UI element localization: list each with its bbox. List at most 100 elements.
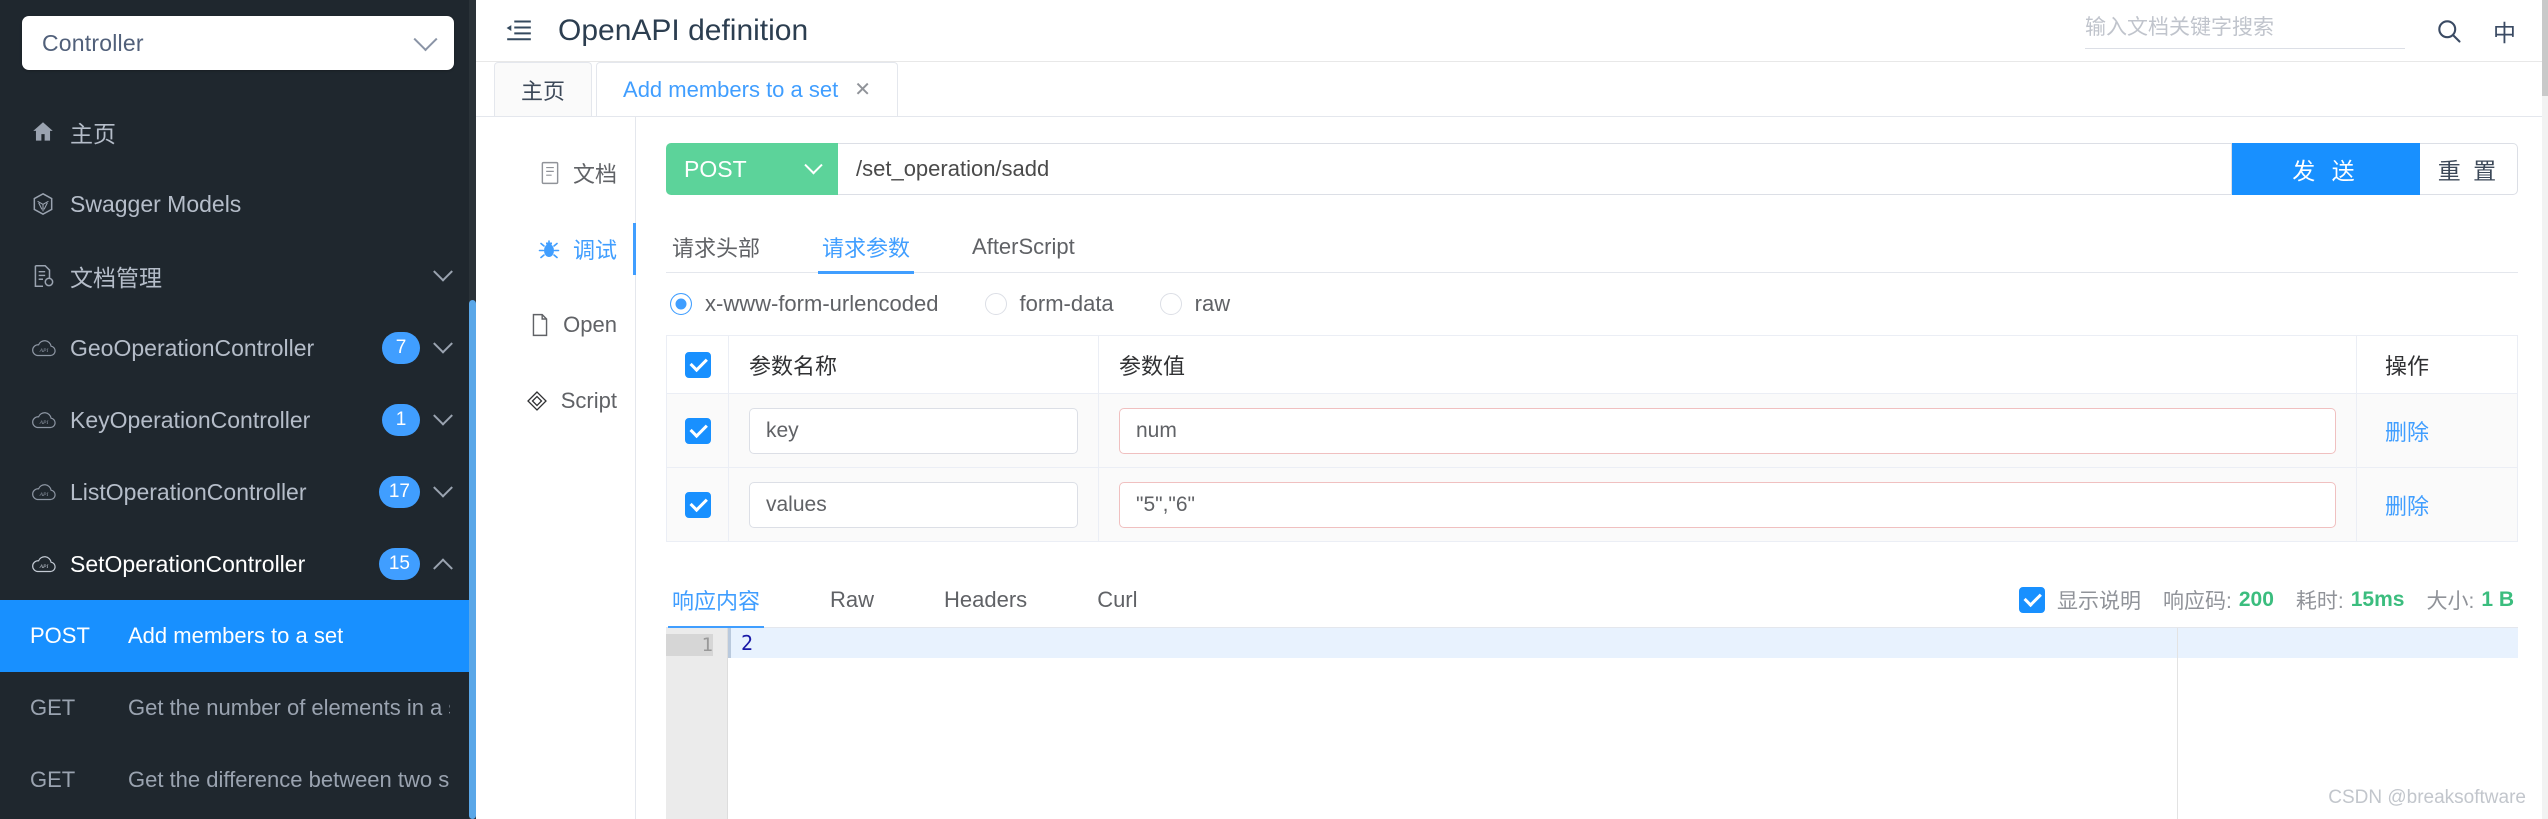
row-param-name-cell — [729, 468, 1099, 541]
radio-form-data[interactable]: form-data — [984, 291, 1114, 317]
reset-button[interactable]: 重 置 — [2420, 143, 2518, 195]
sidebar-operation-get-number-of-elements[interactable]: GET Get the number of elements in a se — [0, 672, 476, 744]
sidebar-operation-add-members-to-a-set[interactable]: POST Add members to a set — [0, 600, 476, 672]
http-method-value: POST — [684, 155, 747, 182]
sidebar-item-label: Swagger Models — [70, 190, 242, 217]
sidebar-item-keyoperationcontroller[interactable]: API KeyOperationController 1 — [0, 384, 476, 456]
inner-nav-label: 调试 — [572, 238, 617, 263]
inner-nav-label: 文档 — [572, 162, 617, 187]
tab-add-members-to-a-set[interactable]: Add members to a set ✕ — [596, 62, 898, 116]
tab-response-body[interactable]: 响应内容 — [667, 572, 765, 629]
delete-row-button[interactable]: 删除 — [2385, 415, 2429, 447]
close-icon[interactable]: ✕ — [854, 80, 871, 100]
tab-response-headers[interactable]: Headers — [944, 572, 1027, 628]
body-type-radios: x-www-form-urlencoded form-data raw — [666, 273, 2518, 335]
url-input[interactable] — [838, 143, 2232, 195]
controller-selector[interactable]: Controller — [22, 16, 454, 70]
operation-method: GET — [30, 767, 76, 792]
watermark: CSDN @breaksoftware — [2328, 787, 2526, 808]
tab-request-headers[interactable]: 请求头部 — [672, 221, 760, 273]
row-select-cell[interactable] — [667, 394, 729, 467]
sidebar-item-doc-management[interactable]: 文档管理 — [0, 240, 476, 312]
table-row: 删除 — [667, 394, 2517, 468]
radio-raw[interactable]: raw — [1159, 291, 1230, 317]
sidebar-item-badge: 15 — [378, 548, 420, 580]
param-value-input[interactable] — [1119, 407, 2336, 454]
row-action-cell: 删除 — [2357, 468, 2517, 541]
tab-home[interactable]: 主页 — [494, 62, 593, 116]
sidebar-nav: 主页 Swagger Models 文档管理 API GeoOperationC… — [0, 96, 476, 816]
main-scrollbar[interactable] — [2542, 0, 2548, 819]
sidebar-item-badge: 1 — [382, 404, 420, 436]
topbar-right: 中 — [2085, 12, 2548, 49]
elapsed-time-value: 15ms — [2350, 587, 2405, 611]
sidebar-item-geooperationcontroller[interactable]: API GeoOperationController 7 — [0, 312, 476, 384]
inner-nav-item-open[interactable]: Open — [476, 287, 635, 363]
sidebar-item-home[interactable]: 主页 — [0, 96, 476, 168]
tab-afterscript[interactable]: AfterScript — [972, 221, 1075, 273]
inner-nav-item-script[interactable]: Script — [476, 363, 635, 439]
row-select-cell[interactable] — [667, 468, 729, 541]
radio-dot-icon — [984, 293, 1007, 315]
row-param-name-cell — [729, 394, 1099, 467]
param-value-input[interactable] — [1119, 481, 2336, 528]
status-code-label: 响应码: — [2163, 589, 2232, 613]
editor-line-numbers: 1 — [666, 628, 728, 819]
tab-response-curl[interactable]: Curl — [1097, 572, 1137, 628]
line-number: 1 — [666, 634, 713, 656]
tab-label: 主页 — [521, 78, 566, 104]
param-name-input[interactable] — [749, 481, 1078, 528]
sidebar-item-swagger-models[interactable]: Swagger Models — [0, 168, 476, 240]
editor-code-area[interactable]: 2 — [728, 628, 2518, 819]
chevron-down-icon — [804, 155, 823, 174]
elapsed-time-label: 耗时: — [2295, 589, 2344, 613]
delete-row-button[interactable]: 删除 — [2385, 489, 2429, 521]
sidebar-operation-get-difference-between-two-sets[interactable]: GET Get the difference between two se — [0, 744, 476, 816]
response-tabs: 响应内容 Raw Headers Curl 显示说明 响应码: 200 耗时: … — [666, 572, 2518, 629]
sidebar-scrollbar-thumb[interactable] — [469, 300, 476, 819]
show-description-checkbox[interactable] — [2019, 586, 2046, 613]
main-scrollbar-thumb[interactable] — [2542, 0, 2548, 96]
radio-x-www-form-urlencoded[interactable]: x-www-form-urlencoded — [670, 291, 939, 317]
svg-text:API: API — [39, 420, 50, 426]
request-panel: POST 发 送 重 置 请求头部 请求参数 AfterScript x-www… — [636, 117, 2548, 819]
header-label: 操作 — [2385, 353, 2430, 379]
table-row: 删除 — [667, 468, 2517, 542]
tab-request-params[interactable]: 请求参数 — [818, 221, 915, 274]
select-all-cell[interactable] — [667, 336, 729, 393]
row-checkbox[interactable] — [684, 417, 711, 444]
tab-response-raw[interactable]: Raw — [830, 572, 874, 628]
inner-nav-item-debug[interactable]: 调试 — [476, 211, 636, 287]
show-description-label: 显示说明 — [2057, 589, 2142, 613]
select-all-checkbox[interactable] — [684, 351, 711, 378]
search-icon[interactable] — [2435, 17, 2463, 45]
http-method-select[interactable]: POST — [666, 143, 838, 195]
controller-selector-wrap: Controller — [0, 0, 476, 70]
row-param-value-cell — [1099, 468, 2357, 541]
header-label: 参数名称 — [749, 353, 838, 379]
status-code-value: 200 — [2238, 587, 2274, 611]
api-cloud-icon: API — [30, 337, 70, 359]
header-param-name: 参数名称 — [729, 336, 1099, 393]
topbar: OpenAPI definition 中 — [476, 0, 2548, 62]
chevron-down-icon — [413, 26, 438, 51]
row-checkbox[interactable] — [684, 491, 711, 518]
search-input[interactable] — [2085, 16, 2405, 40]
tab-label: Add members to a set — [623, 76, 839, 102]
language-button[interactable]: 中 — [2493, 14, 2520, 48]
param-name-input[interactable] — [749, 407, 1078, 454]
sidebar-scrollbar[interactable] — [469, 0, 476, 819]
response-body-editor[interactable]: 1 2 — [666, 628, 2518, 819]
operation-method: GET — [30, 695, 76, 720]
sidebar-item-setoperationcontroller[interactable]: API SetOperationController 15 — [0, 528, 476, 600]
sidebar-item-listoperationcontroller[interactable]: API ListOperationController 17 — [0, 456, 476, 528]
search-box[interactable] — [2085, 12, 2405, 49]
radio-dot-icon — [1159, 293, 1182, 315]
main-area: OpenAPI definition 中 主页 Add members to a… — [476, 0, 2548, 819]
menu-fold-icon[interactable] — [500, 12, 538, 50]
inner-nav-item-doc[interactable]: 文档 — [476, 135, 635, 211]
response-meta: 显示说明 响应码: 200 耗时: 15ms 大小: 1 B — [2019, 585, 2518, 615]
operation-summary: Add members to a set — [128, 623, 344, 648]
send-button[interactable]: 发 送 — [2232, 143, 2420, 195]
chevron-down-icon — [433, 405, 453, 426]
